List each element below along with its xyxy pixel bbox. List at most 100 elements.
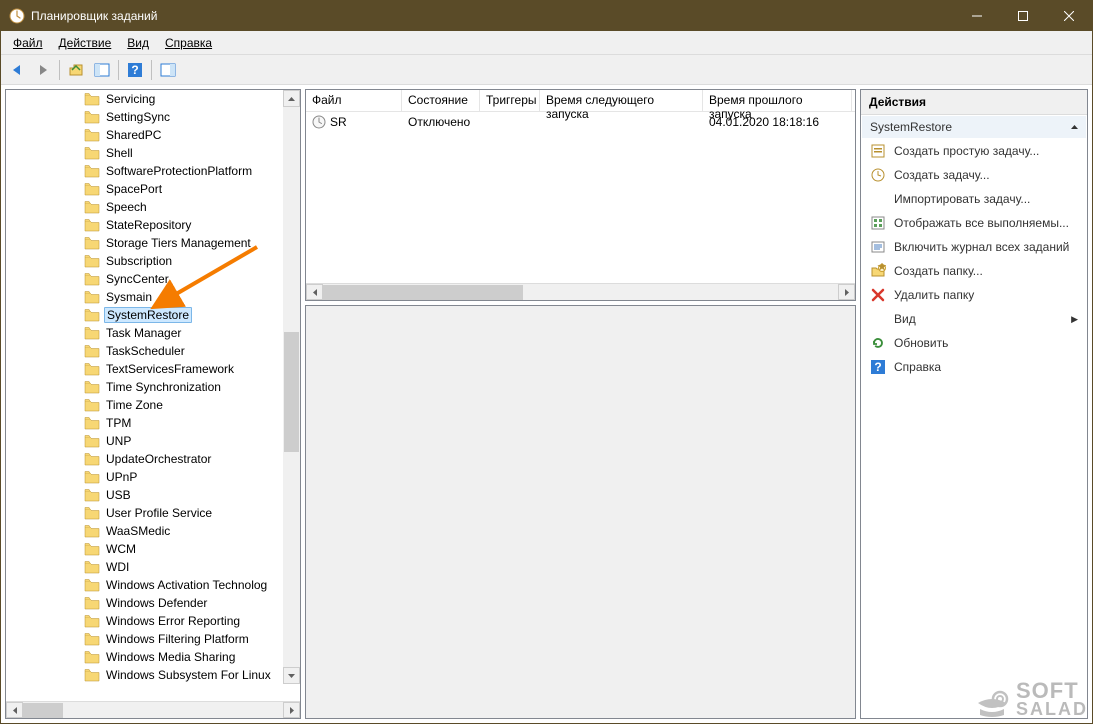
tree-item[interactable]: Windows Filtering Platform: [6, 630, 300, 648]
tree-item-label: Storage Tiers Management: [104, 236, 253, 250]
menu-action[interactable]: Действие: [51, 34, 120, 52]
action-item-delete[interactable]: Удалить папку: [862, 283, 1086, 307]
back-button[interactable]: [5, 58, 29, 82]
tree-item[interactable]: Windows Defender: [6, 594, 300, 612]
action-item-create[interactable]: Создать задачу...: [862, 163, 1086, 187]
forward-button[interactable]: [31, 58, 55, 82]
menu-file[interactable]: Файл: [5, 34, 51, 52]
menu-view[interactable]: Вид: [119, 34, 157, 52]
scroll-left-arrow[interactable]: [6, 702, 23, 718]
task-list-body[interactable]: SRОтключено04.01.2020 18:18:16: [306, 112, 855, 283]
help-icon: ?: [870, 359, 886, 375]
toolbar: ?: [1, 55, 1092, 85]
tree-item[interactable]: Speech: [6, 198, 300, 216]
tree-item-label: TextServicesFramework: [104, 362, 236, 376]
tree-horizontal-scrollbar[interactable]: [6, 701, 300, 718]
minimize-button[interactable]: [954, 1, 1000, 31]
scroll-right-arrow[interactable]: [283, 702, 300, 718]
tree-item[interactable]: USB: [6, 486, 300, 504]
tree-item[interactable]: Task Manager: [6, 324, 300, 342]
svg-text:?: ?: [131, 63, 138, 77]
action-item-view[interactable]: Вид: [862, 307, 1086, 331]
tree-item[interactable]: UPnP: [6, 468, 300, 486]
scroll-thumb[interactable]: [23, 703, 63, 718]
tree-item[interactable]: Windows Media Sharing: [6, 648, 300, 666]
tree-vertical-scrollbar[interactable]: [283, 90, 300, 684]
refresh-icon: [870, 335, 886, 351]
tree-item[interactable]: Windows Subsystem For Linux: [6, 666, 300, 684]
tree-item[interactable]: Shell: [6, 144, 300, 162]
middle-pane: ФайлСостояниеТриггерыВремя следующего за…: [305, 89, 856, 719]
column-header[interactable]: Состояние: [402, 90, 480, 111]
up-button[interactable]: [64, 58, 88, 82]
column-header[interactable]: Триггеры: [480, 90, 540, 111]
tree-item[interactable]: WDI: [6, 558, 300, 576]
tree-item[interactable]: WaaSMedic: [6, 522, 300, 540]
close-button[interactable]: [1046, 1, 1092, 31]
scroll-right-arrow[interactable]: [838, 284, 855, 300]
help-button[interactable]: ?: [123, 58, 147, 82]
tree-item-label: Shell: [104, 146, 135, 160]
action-item-enable-history[interactable]: Включить журнал всех заданий: [862, 235, 1086, 259]
create-icon: [870, 167, 886, 183]
tree-item[interactable]: Subscription: [6, 252, 300, 270]
tree-item[interactable]: UpdateOrchestrator: [6, 450, 300, 468]
tree-item[interactable]: Time Synchronization: [6, 378, 300, 396]
column-header[interactable]: Файл: [306, 90, 402, 111]
tree-item[interactable]: SharedPC: [6, 126, 300, 144]
tree-item[interactable]: SettingSync: [6, 108, 300, 126]
tree-item-label: Task Manager: [104, 326, 183, 340]
tree-item[interactable]: User Profile Service: [6, 504, 300, 522]
tree-item[interactable]: Sysmain: [6, 288, 300, 306]
action-item-create-basic[interactable]: Создать простую задачу...: [862, 139, 1086, 163]
task-name: SR: [330, 115, 347, 129]
scroll-up-arrow[interactable]: [283, 90, 300, 107]
tree-item[interactable]: SystemRestore: [6, 306, 300, 324]
tree-item[interactable]: Windows Activation Technolog: [6, 576, 300, 594]
column-header[interactable]: Время следующего запуска: [540, 90, 703, 111]
tree-item[interactable]: StateRepository: [6, 216, 300, 234]
scroll-thumb[interactable]: [323, 285, 523, 300]
tree-item[interactable]: Servicing: [6, 90, 300, 108]
show-hide-tree-button[interactable]: [90, 58, 114, 82]
action-item-import[interactable]: Импортировать задачу...: [862, 187, 1086, 211]
tree-list[interactable]: Servicing SettingSyncSharedPC Shell Softwar…: [6, 90, 300, 701]
svg-text:★: ★: [877, 263, 886, 274]
tree-item[interactable]: SyncCenter: [6, 270, 300, 288]
actions-group-header[interactable]: SystemRestore: [862, 116, 1086, 138]
tree-pane: Servicing SettingSyncSharedPC Shell Softwar…: [5, 89, 301, 719]
action-item-help[interactable]: ?Справка: [862, 355, 1086, 379]
tree-item-label: Servicing: [104, 92, 157, 106]
column-header[interactable]: Время прошлого запуска: [703, 90, 852, 111]
tree-item[interactable]: TaskScheduler: [6, 342, 300, 360]
tree-item[interactable]: SpacePort: [6, 180, 300, 198]
maximize-button[interactable]: [1000, 1, 1046, 31]
scroll-left-arrow[interactable]: [306, 284, 323, 300]
tree-item[interactable]: UNP: [6, 432, 300, 450]
action-item-new-folder[interactable]: ★Создать папку...: [862, 259, 1086, 283]
tasklist-horizontal-scrollbar[interactable]: [306, 283, 855, 300]
action-item-display-all[interactable]: Отображать все выполняемы...: [862, 211, 1086, 235]
tree-item[interactable]: TPM: [6, 414, 300, 432]
tree-item-label: TPM: [104, 416, 133, 430]
tree-item-label: SpacePort: [104, 182, 164, 196]
tree-item[interactable]: Storage Tiers Management: [6, 234, 300, 252]
menu-help[interactable]: Справка: [157, 34, 220, 52]
task-state: Отключено: [402, 115, 480, 129]
tree-item-label: TaskScheduler: [104, 344, 187, 358]
tree-item[interactable]: Time Zone: [6, 396, 300, 414]
scroll-down-arrow[interactable]: [283, 667, 300, 684]
toolbar-separator: [118, 60, 119, 80]
task-row[interactable]: SRОтключено04.01.2020 18:18:16: [306, 112, 855, 132]
show-hide-actions-button[interactable]: [156, 58, 180, 82]
actions-header: Действия: [861, 90, 1087, 115]
actions-group-label: SystemRestore: [870, 120, 952, 134]
tree-item-label: Subscription: [104, 254, 174, 268]
tree-item-label: Windows Filtering Platform: [104, 632, 251, 646]
tree-item[interactable]: TextServicesFramework: [6, 360, 300, 378]
tree-item[interactable]: Windows Error Reporting: [6, 612, 300, 630]
tree-item[interactable]: WCM: [6, 540, 300, 558]
action-item-refresh[interactable]: Обновить: [862, 331, 1086, 355]
tree-item[interactable]: SoftwareProtectionPlatform: [6, 162, 300, 180]
scroll-thumb[interactable]: [284, 332, 299, 452]
